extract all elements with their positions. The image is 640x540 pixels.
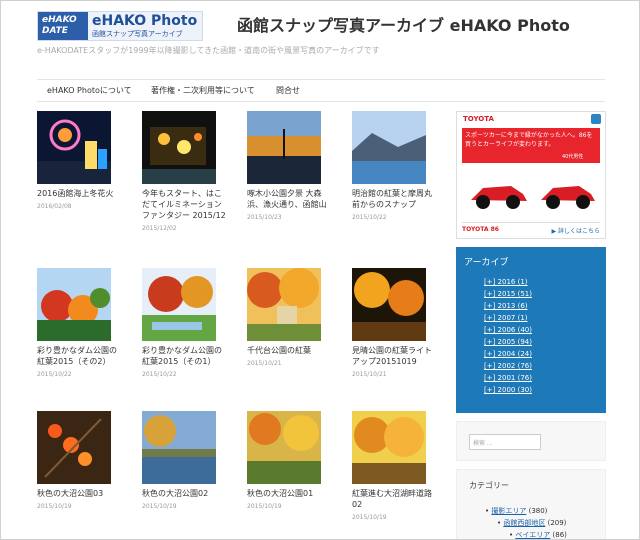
- post-title[interactable]: 明治館の紅葉と摩周丸前からのスナップ: [352, 188, 436, 210]
- post-date: 2015/10/23: [247, 214, 282, 221]
- logo-badge: eHAKO DATE: [38, 12, 88, 40]
- category-item[interactable]: • 函館西部地区 (209): [497, 518, 566, 528]
- post-date: 2015/10/19: [247, 503, 282, 510]
- logo-subtitle: 函館スナップ写真アーカイブ: [92, 30, 183, 38]
- post-date: 2015/10/19: [37, 503, 72, 510]
- post-title[interactable]: 彩り豊かなダム公園の紅葉2015（その1）: [142, 345, 226, 367]
- post-item[interactable]: 秋色の大沼公園03 2015/10/19: [37, 411, 121, 510]
- post-item[interactable]: 彩り豊かなダム公園の紅葉2015（その1） 2015/10/22: [142, 268, 226, 378]
- archive-year-2002[interactable]: [+] 2002 (76): [484, 362, 532, 370]
- post-item[interactable]: 紅葉進む大沼湖畔道路02 2015/10/19: [352, 411, 436, 521]
- site-header: eHAKO DATE eHAKO Photo 函館スナップ写真アーカイブ 函館ス…: [1, 1, 639, 76]
- nav-item-copyright[interactable]: 著作権・二次利用等について: [151, 85, 255, 96]
- category-count: (209): [547, 519, 567, 527]
- search-widget: 検索 ...: [456, 421, 606, 461]
- archive-list: [+] 2016 (1) [+] 2015 (51) [+] 2013 (6) …: [484, 276, 532, 396]
- ad-link[interactable]: ▶ 詳しくはこちら: [551, 226, 600, 235]
- category-item[interactable]: • ベイエリア (86): [509, 530, 567, 539]
- page-frame: eHAKO DATE eHAKO Photo 函館スナップ写真アーカイブ 函館ス…: [0, 0, 640, 540]
- category-title: カテゴリー: [469, 481, 509, 490]
- post-title[interactable]: 秋色の大沼公園01: [247, 488, 331, 499]
- ad-footer: TOYOTA 86 ▶ 詳しくはこちら: [462, 222, 600, 236]
- advertisement[interactable]: TOYOTA スポーツカーに今まで縁がなかった人へ。86を買うとカーライフが変わ…: [456, 111, 606, 239]
- post-date: 2015/10/21: [247, 360, 282, 367]
- post-thumbnail[interactable]: [247, 411, 321, 484]
- post-date: 2015/10/22: [37, 371, 72, 378]
- post-thumbnail[interactable]: [247, 111, 321, 184]
- ad-topbar: TOYOTA: [457, 112, 605, 128]
- category-link[interactable]: ベイエリア: [515, 531, 550, 539]
- archive-widget: アーカイブ [+] 2016 (1) [+] 2015 (51) [+] 201…: [456, 247, 606, 413]
- category-count: (86): [552, 531, 567, 539]
- archive-title: アーカイブ: [464, 258, 509, 268]
- car-image[interactable]: [465, 168, 597, 218]
- post-title[interactable]: 紅葉進む大沼湖畔道路02: [352, 488, 436, 510]
- archive-year-2001[interactable]: [+] 2001 (76): [484, 374, 532, 382]
- post-title[interactable]: 彩り豊かなダム公園の紅葉2015（その2）: [37, 345, 121, 367]
- post-item[interactable]: 今年もスタート、はこだてイルミネーションファンタジー 2015/12 2015/…: [142, 111, 226, 232]
- archive-year-2007[interactable]: [+] 2007 (1): [484, 314, 528, 322]
- main-navigation: eHAKO Photoについて 著作権・二次利用等について 問合せ: [37, 79, 605, 102]
- post-thumbnail[interactable]: [352, 268, 426, 341]
- archive-year-2005[interactable]: [+] 2005 (94): [484, 338, 532, 346]
- category-widget: カテゴリー • 撮影エリア (380) • 函館西部地区 (209) • ベイエ…: [456, 469, 606, 539]
- ad-brand: TOYOTA: [463, 115, 494, 123]
- ad-info-icon[interactable]: [591, 114, 601, 124]
- post-date: 2015/10/22: [142, 371, 177, 378]
- post-item[interactable]: 2016函館海上冬花火 2016/02/08: [37, 111, 121, 210]
- post-thumbnail[interactable]: [37, 411, 111, 484]
- post-title[interactable]: 啄木小公園夕景 大森浜、漁火通り、函館山: [247, 188, 331, 210]
- category-item[interactable]: • 撮影エリア (380): [485, 506, 547, 516]
- post-title[interactable]: 2016函館海上冬花火: [37, 188, 121, 199]
- post-thumbnail[interactable]: [142, 111, 216, 184]
- site-description: e-HAKODATEスタッフが1999年以降撮影してきた函館・道南の街や風景写真…: [37, 46, 380, 55]
- post-item[interactable]: 彩り豊かなダム公園の紅葉2015（その2） 2015/10/22: [37, 268, 121, 378]
- post-date: 2015/10/22: [352, 214, 387, 221]
- search-input[interactable]: 検索 ...: [469, 434, 541, 450]
- logo-title: eHAKO Photo: [92, 13, 198, 29]
- ad-badge: 40代男性: [562, 154, 584, 160]
- category-link[interactable]: 撮影エリア: [491, 507, 526, 515]
- post-item[interactable]: 千代台公園の紅葉 2015/10/21: [247, 268, 331, 367]
- post-title[interactable]: 秋色の大沼公園02: [142, 488, 226, 499]
- post-date: 2015/12/02: [142, 225, 177, 232]
- post-thumbnail[interactable]: [247, 268, 321, 341]
- post-date: 2015/10/19: [142, 503, 177, 510]
- archive-year-2015[interactable]: [+] 2015 (51): [484, 290, 532, 298]
- site-logo[interactable]: eHAKO DATE eHAKO Photo 函館スナップ写真アーカイブ: [37, 11, 203, 41]
- site-title[interactable]: 函館スナップ写真アーカイブ eHAKO Photo: [237, 12, 570, 36]
- post-title[interactable]: 今年もスタート、はこだてイルミネーションファンタジー 2015/12: [142, 188, 226, 221]
- archive-year-2006[interactable]: [+] 2006 (40): [484, 326, 532, 334]
- post-date: 2016/02/08: [37, 203, 72, 210]
- post-thumbnail[interactable]: [142, 411, 216, 484]
- archive-year-2004[interactable]: [+] 2004 (24): [484, 350, 532, 358]
- category-count: (380): [528, 507, 548, 515]
- post-thumbnail[interactable]: [37, 268, 111, 341]
- post-item[interactable]: 啄木小公園夕景 大森浜、漁火通り、函館山 2015/10/23: [247, 111, 331, 221]
- post-item[interactable]: 秋色の大沼公園02 2015/10/19: [142, 411, 226, 510]
- nav-item-about[interactable]: eHAKO Photoについて: [47, 85, 132, 96]
- post-title[interactable]: 秋色の大沼公園03: [37, 488, 121, 499]
- post-grid: 2016函館海上冬花火 2016/02/08 今年もスタート、はこだてイルミネー…: [37, 111, 447, 539]
- archive-year-2016[interactable]: [+] 2016 (1): [484, 278, 528, 286]
- nav-item-contact[interactable]: 問合せ: [276, 85, 300, 96]
- post-date: 2015/10/21: [352, 371, 387, 378]
- archive-year-2013[interactable]: [+] 2013 (6): [484, 302, 528, 310]
- post-date: 2015/10/19: [352, 514, 387, 521]
- post-item[interactable]: 秋色の大沼公園01 2015/10/19: [247, 411, 331, 510]
- post-title[interactable]: 千代台公園の紅葉: [247, 345, 331, 356]
- archive-year-2000[interactable]: [+] 2000 (30): [484, 386, 532, 394]
- post-title[interactable]: 見晴公園の紅葉ライトアップ20151019: [352, 345, 436, 367]
- post-thumbnail[interactable]: [352, 111, 426, 184]
- post-thumbnail[interactable]: [352, 411, 426, 484]
- ad-footer-brand: TOYOTA 86: [462, 226, 499, 233]
- post-item[interactable]: 明治館の紅葉と摩周丸前からのスナップ 2015/10/22: [352, 111, 436, 221]
- post-item[interactable]: 見晴公園の紅葉ライトアップ20151019 2015/10/21: [352, 268, 436, 378]
- post-thumbnail[interactable]: [142, 268, 216, 341]
- category-link[interactable]: 函館西部地区: [503, 519, 545, 527]
- post-thumbnail[interactable]: [37, 111, 111, 184]
